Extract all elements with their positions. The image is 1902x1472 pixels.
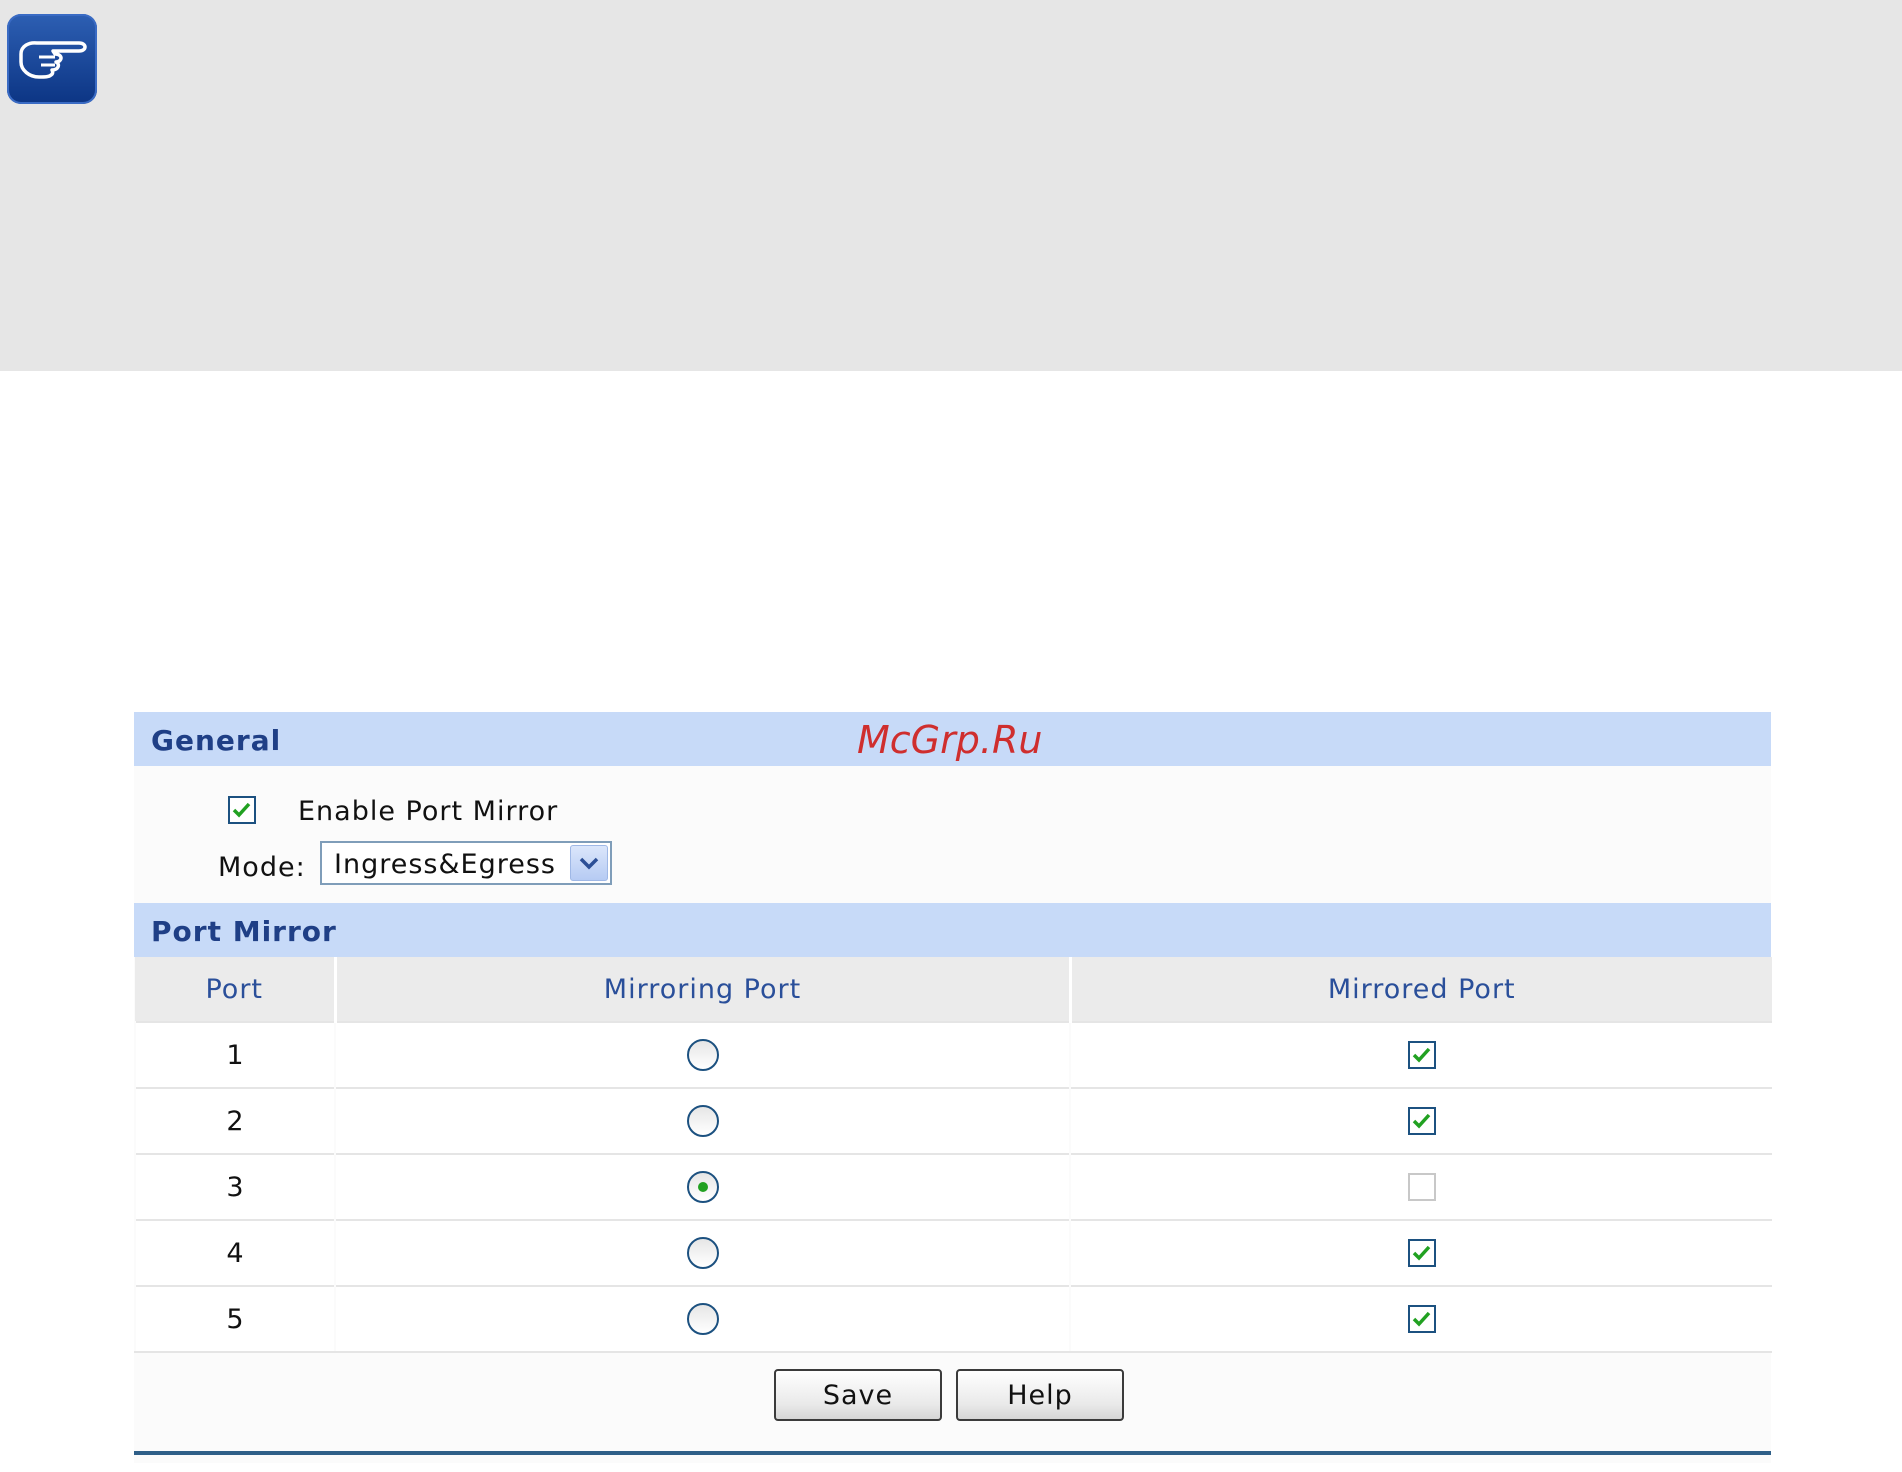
column-header-mirroring-port: Mirroring Port xyxy=(333,957,1070,1022)
mirrored-port-checkbox[interactable] xyxy=(1407,1041,1436,1069)
checkmark-icon xyxy=(1412,1311,1430,1327)
mirrored-port-checkbox[interactable] xyxy=(1407,1173,1436,1201)
table-header-row: Port Mirroring Port Mirrored Port xyxy=(135,957,1772,1022)
enable-port-mirror-checkbox[interactable] xyxy=(228,796,256,824)
mirrored-port-cell xyxy=(1069,1219,1772,1286)
table-row: 3 xyxy=(134,1153,1772,1220)
watermark-text: McGrp.Ru xyxy=(857,718,1043,762)
radio-selected-dot xyxy=(697,1182,708,1192)
mirrored-port-checkbox[interactable] xyxy=(1407,1107,1436,1135)
mirrored-port-cell xyxy=(1069,1087,1772,1154)
mode-select[interactable]: Ingress&Egress xyxy=(320,841,612,885)
port-mirror-section-header: Port Mirror xyxy=(134,903,1771,957)
port-number: 4 xyxy=(134,1219,335,1286)
mirrored-port-cell xyxy=(1069,1285,1772,1353)
table-row: 5 xyxy=(134,1285,1772,1353)
port-number: 1 xyxy=(134,1021,335,1088)
checkmark-icon xyxy=(1412,1047,1430,1063)
general-title: General xyxy=(151,724,282,757)
mirroring-port-cell xyxy=(334,1153,1070,1220)
help-button[interactable]: Help xyxy=(956,1369,1124,1421)
checkmark-icon xyxy=(1412,1245,1430,1261)
column-header-mirrored-port: Mirrored Port xyxy=(1068,957,1772,1022)
save-button[interactable]: Save xyxy=(774,1369,942,1421)
mirroring-port-cell xyxy=(334,1021,1070,1088)
mirroring-port-radio[interactable] xyxy=(686,1171,719,1203)
port-number: 5 xyxy=(134,1285,335,1353)
checkmark-icon xyxy=(1412,1113,1430,1129)
note-banner xyxy=(0,0,1902,371)
action-buttons: Save Help xyxy=(134,1353,1771,1463)
port-mirror-table: Port Mirroring Port Mirrored Port 12345 xyxy=(134,957,1772,1353)
port-number: 3 xyxy=(134,1153,335,1220)
mirroring-port-radio[interactable] xyxy=(686,1039,719,1071)
port-number: 2 xyxy=(134,1087,335,1154)
table-row: 4 xyxy=(134,1219,1772,1286)
mirroring-port-radio[interactable] xyxy=(686,1105,719,1137)
mirrored-port-cell xyxy=(1069,1153,1772,1220)
port-mirror-title: Port Mirror xyxy=(151,915,337,948)
pointing-hand-icon xyxy=(7,14,97,104)
mirrored-port-checkbox[interactable] xyxy=(1407,1305,1436,1333)
mirrored-port-cell xyxy=(1069,1021,1772,1088)
table-row: 1 xyxy=(134,1021,1772,1088)
table-row: 2 xyxy=(134,1087,1772,1154)
chevron-down-icon[interactable] xyxy=(570,845,608,881)
mirroring-port-cell xyxy=(334,1219,1070,1286)
mirroring-port-radio[interactable] xyxy=(686,1237,719,1269)
mode-select-value: Ingress&Egress xyxy=(334,849,556,880)
mirrored-port-checkbox[interactable] xyxy=(1407,1239,1436,1267)
mirroring-port-cell xyxy=(334,1285,1070,1353)
enable-port-mirror-label: Enable Port Mirror xyxy=(298,796,559,827)
mirroring-port-cell xyxy=(334,1087,1070,1154)
column-header-port: Port xyxy=(135,957,335,1022)
port-mirror-panel: General McGrp.Ru Enable Port Mirror Mode… xyxy=(134,712,1772,1463)
mirroring-port-radio[interactable] xyxy=(686,1303,719,1335)
bottom-divider xyxy=(134,1451,1771,1455)
mode-label: Mode: xyxy=(218,852,306,883)
general-section-header: General McGrp.Ru xyxy=(134,712,1771,766)
